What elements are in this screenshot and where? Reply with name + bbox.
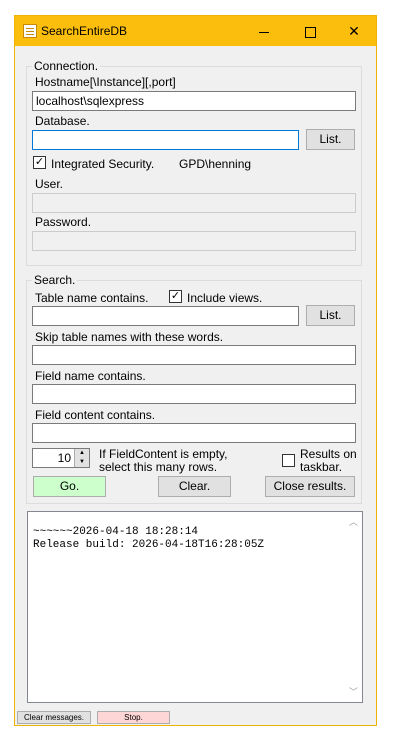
output-line: ~~~~~~2026-04-18 18:28:14	[33, 526, 199, 538]
search-legend: Search.	[32, 273, 78, 287]
connection-legend: Connection.	[32, 59, 101, 73]
password-label: Password.	[35, 215, 92, 229]
rows-stepper[interactable]: 10 ▲ ▼	[32, 448, 90, 468]
rows-hint-line2: select this many rows.	[99, 460, 218, 474]
user-label: User.	[35, 177, 64, 191]
database-input[interactable]	[32, 130, 299, 150]
include-views-checkbox[interactable]: ✓	[169, 290, 182, 303]
field-name-input[interactable]	[32, 384, 356, 404]
results-taskbar-line1: Results on	[300, 447, 357, 461]
scroll-down-icon[interactable]: ﹀	[349, 685, 358, 698]
clear-messages-button[interactable]: Clear messages.	[17, 711, 91, 724]
maximize-icon	[304, 26, 316, 38]
stepper-down-icon[interactable]: ▼	[74, 458, 89, 467]
database-label: Database.	[35, 114, 90, 128]
user-input[interactable]	[32, 193, 356, 213]
field-content-label: Field content contains.	[35, 408, 156, 422]
checkmark-icon: ✓	[170, 290, 181, 302]
hostname-label: Hostname[\Instance][,port]	[35, 75, 176, 89]
output-line: Release build: 2026-04-18T16:28:05Z	[33, 539, 265, 551]
integrated-security-label: Integrated Security.	[51, 157, 155, 171]
results-taskbar-line2: taskbar.	[300, 460, 343, 474]
checkmark-icon: ✓	[34, 156, 45, 168]
skip-tables-input[interactable]	[32, 345, 356, 365]
main-window: SearchEntireDB ✕ Connection. Hostname[\I…	[14, 15, 377, 726]
integrated-security-checkbox[interactable]: ✓	[33, 156, 46, 169]
clear-button[interactable]: Clear.	[158, 476, 231, 497]
results-taskbar-checkbox[interactable]	[282, 454, 295, 467]
database-list-button[interactable]: List.	[306, 129, 355, 150]
stepper-up-icon[interactable]: ▲	[74, 449, 89, 458]
title-bar[interactable]: SearchEntireDB ✕	[15, 16, 376, 46]
hostname-input[interactable]: localhost\sqlexpress	[32, 91, 356, 111]
table-name-label: Table name contains.	[35, 291, 149, 305]
password-input[interactable]	[32, 231, 356, 251]
scroll-up-icon[interactable]: ︿	[349, 515, 358, 528]
minimize-icon	[259, 31, 269, 33]
rows-value: 10	[57, 451, 71, 465]
maximize-button[interactable]	[287, 16, 333, 46]
table-list-button[interactable]: List.	[306, 305, 355, 326]
current-user-label: GPD\henning	[179, 157, 252, 171]
field-name-label: Field name contains.	[35, 369, 146, 383]
output-text: ~~~~~~2026-04-18 18:28:14 Release build: …	[33, 526, 264, 552]
app-icon	[23, 24, 37, 38]
window-title: SearchEntireDB	[41, 24, 128, 38]
go-button[interactable]: Go.	[33, 476, 106, 497]
minimize-button[interactable]	[241, 16, 287, 46]
close-button[interactable]: ✕	[331, 16, 377, 46]
output-scrollbar[interactable]: ︿ ﹀	[346, 512, 362, 702]
stop-button[interactable]: Stop.	[97, 711, 170, 724]
output-log[interactable]: ~~~~~~2026-04-18 18:28:14 Release build: …	[27, 511, 363, 703]
table-name-input[interactable]	[32, 306, 299, 326]
rows-hint-line1: If FieldContent is empty,	[99, 447, 228, 461]
close-results-button[interactable]: Close results.	[265, 476, 355, 497]
include-views-label: Include views.	[187, 291, 263, 305]
close-icon: ✕	[348, 23, 360, 39]
field-content-input[interactable]	[32, 423, 356, 443]
skip-tables-label: Skip table names with these words.	[35, 330, 224, 344]
